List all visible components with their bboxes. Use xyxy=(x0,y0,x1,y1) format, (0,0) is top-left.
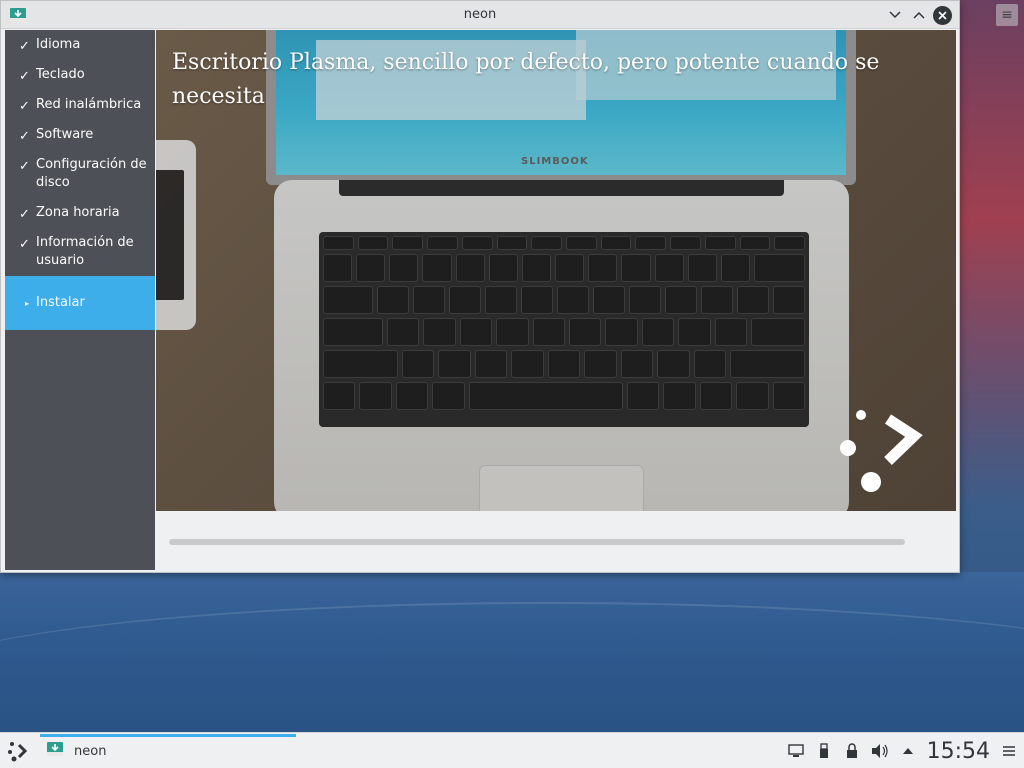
check-icon: ✓ xyxy=(19,159,30,174)
installer-app-icon xyxy=(46,740,64,762)
check-icon: ✓ xyxy=(19,69,30,84)
keyboard-photo xyxy=(319,232,809,427)
step-label: Red inalámbrica xyxy=(36,97,142,112)
current-step-icon: ▸ xyxy=(25,299,30,308)
check-icon: ✓ xyxy=(19,207,30,222)
volume-icon[interactable] xyxy=(871,742,889,760)
clock[interactable]: 15:54 xyxy=(927,739,990,764)
taskbar: neon 15:54 xyxy=(0,732,1024,768)
slideshow-image: SLIMBOOK Escritorio Plasma, sencillo por… xyxy=(156,30,956,511)
slide-title: Escritorio Plasma, sencillo por defecto,… xyxy=(172,50,880,109)
step-red-inalambrica: ✓ Red inalámbrica xyxy=(5,90,155,120)
minimize-icon[interactable] xyxy=(885,5,905,25)
step-label: Información de usuario xyxy=(36,235,134,268)
step-zona-horaria: ✓ Zona horaria xyxy=(5,198,155,228)
step-label: Idioma xyxy=(36,37,81,52)
system-tray: 15:54 xyxy=(787,733,1018,768)
step-label: Instalar xyxy=(36,295,85,310)
step-software: ✓ Software xyxy=(5,120,155,150)
step-instalar: ▸ Instalar xyxy=(5,276,155,330)
step-teclado: ✓ Teclado xyxy=(5,60,155,90)
trackpad-photo xyxy=(479,465,644,511)
task-item-neon[interactable]: neon xyxy=(40,733,296,768)
installer-app-icon[interactable] xyxy=(9,6,27,28)
task-label: neon xyxy=(74,743,107,759)
titlebar[interactable]: neon xyxy=(1,1,959,29)
step-label: Configuración de disco xyxy=(36,157,147,190)
maximize-icon[interactable] xyxy=(909,5,929,25)
expand-tray-icon[interactable] xyxy=(899,742,917,760)
neon-logo-icon xyxy=(840,410,923,492)
usb-icon[interactable] xyxy=(815,742,833,760)
lock-icon[interactable] xyxy=(843,742,861,760)
step-label: Software xyxy=(36,127,94,142)
step-configuracion-disco: ✓ Configuración de disco xyxy=(5,150,155,198)
phone-photo xyxy=(156,140,196,330)
laptop-brand: SLIMBOOK xyxy=(521,156,589,167)
steps-sidebar: ✓ Idioma ✓ Teclado ✓ Red inalámbrica ✓ S… xyxy=(5,30,155,570)
application-launcher-icon[interactable] xyxy=(6,739,30,763)
step-informacion-usuario: ✓ Información de usuario xyxy=(5,228,155,276)
check-icon: ✓ xyxy=(19,129,30,144)
display-icon[interactable] xyxy=(787,742,805,760)
window-title: neon xyxy=(463,7,497,22)
step-label: Zona horaria xyxy=(36,205,120,220)
menu-icon[interactable] xyxy=(1000,742,1018,760)
step-label: Teclado xyxy=(36,67,85,82)
check-icon: ✓ xyxy=(19,237,30,252)
laptop-base-photo xyxy=(274,180,849,511)
install-progress-bar xyxy=(169,539,905,545)
check-icon: ✓ xyxy=(19,99,30,114)
wallpaper-wave xyxy=(0,572,1024,732)
check-icon: ✓ xyxy=(19,39,30,54)
installer-window: neon ✓ Idioma ✓ Teclado ✓ Red inalámbric… xyxy=(0,0,960,573)
desktop-toolbox-icon[interactable]: ≡ xyxy=(996,4,1018,26)
step-idioma: ✓ Idioma xyxy=(5,30,155,60)
close-icon[interactable] xyxy=(933,6,952,25)
